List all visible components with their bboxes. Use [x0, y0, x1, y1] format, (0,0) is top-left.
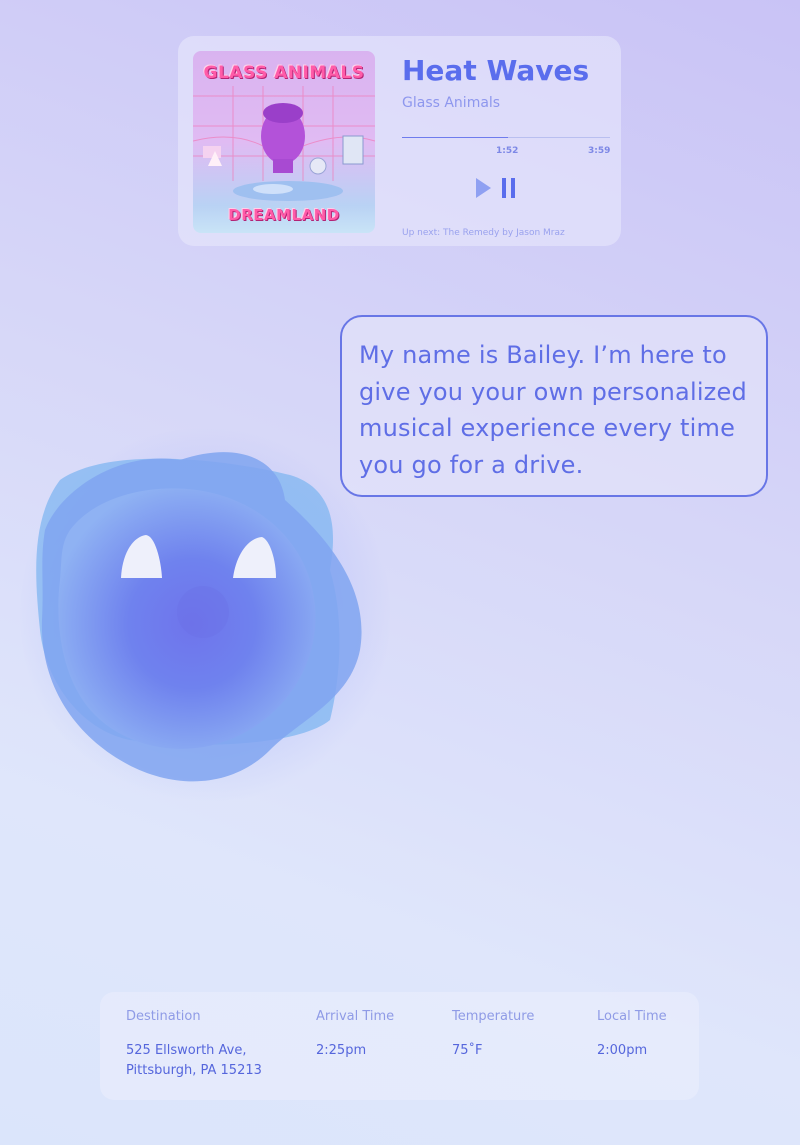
- bailey-avatar[interactable]: [0, 420, 400, 800]
- assistant-speech-bubble: My name is Bailey. I’m here to give you …: [340, 315, 768, 497]
- temperature-label: Temperature: [452, 1009, 535, 1024]
- progress-bar[interactable]: [402, 137, 610, 138]
- assistant-message: My name is Bailey. I’m here to give you …: [359, 341, 747, 479]
- pause-button[interactable]: [500, 177, 518, 199]
- temperature-value: 75˚F: [452, 1043, 483, 1058]
- arrival-time-label: Arrival Time: [316, 1009, 395, 1024]
- up-next-label[interactable]: Up next: The Remedy by Jason Mraz: [402, 228, 565, 238]
- arrival-time-value: 2:25pm: [316, 1043, 367, 1058]
- destination-city: Pittsburgh, PA 15213: [126, 1063, 262, 1078]
- album-art-title: GLASS ANIMALS: [203, 63, 365, 83]
- elapsed-time: 1:52: [496, 146, 519, 156]
- play-icon: [476, 178, 491, 198]
- now-playing-card: GLASS ANIMALS DREAMLAND Heat Waves Glass…: [178, 36, 621, 246]
- pause-icon: [502, 178, 515, 198]
- local-time-label: Local Time: [597, 1009, 667, 1024]
- destination-street: 525 Ellsworth Ave,: [126, 1043, 247, 1058]
- destination-label: Destination: [126, 1009, 201, 1024]
- progress-fill: [402, 137, 509, 138]
- album-art[interactable]: GLASS ANIMALS DREAMLAND: [193, 51, 375, 233]
- local-time-value: 2:00pm: [597, 1043, 648, 1058]
- track-title: Heat Waves: [402, 54, 590, 87]
- play-button[interactable]: [474, 177, 492, 199]
- trip-info-card: Destination 525 Ellsworth Ave, Pittsburg…: [100, 992, 699, 1100]
- album-art-subtitle: DREAMLAND: [228, 206, 340, 224]
- destination-value[interactable]: 525 Ellsworth Ave, Pittsburgh, PA 15213: [126, 1041, 262, 1081]
- total-time: 3:59: [588, 146, 611, 156]
- track-artist[interactable]: Glass Animals: [402, 95, 500, 111]
